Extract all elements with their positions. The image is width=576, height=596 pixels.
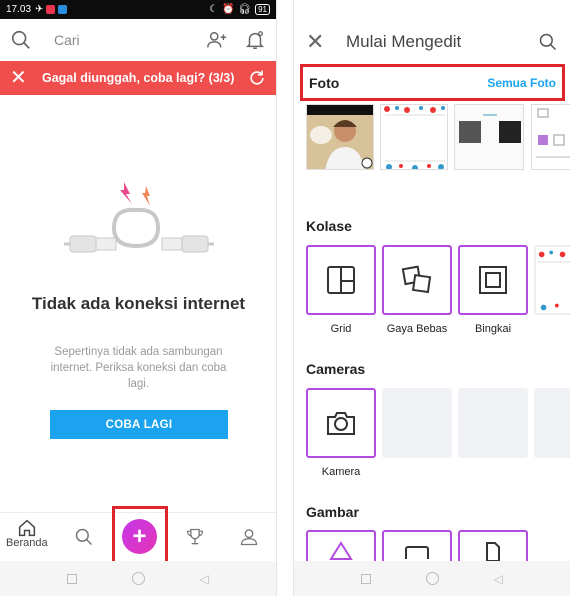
camera-card[interactable] [306, 388, 376, 458]
nav-home-label: Beranda [6, 537, 48, 549]
camera-placeholder-card [382, 388, 452, 458]
start-editing-screen: ✕ Mulai Mengedit Foto Semua Foto Kolase … [293, 0, 570, 596]
app-notification-icon [58, 5, 68, 14]
upload-failed-banner[interactable]: ✕ Gagal diunggah, coba lagi? (3/3) [0, 61, 276, 95]
app-screenshot-image [532, 105, 570, 169]
home-top-bar: Cari [0, 20, 276, 60]
camera-icon [327, 412, 355, 435]
empty-state-description: Sepertinya tidak ada sambungan internet.… [50, 346, 227, 390]
camera-placeholder-card [458, 388, 528, 458]
photo-thumbnail[interactable] [380, 104, 448, 170]
search-icon[interactable] [538, 32, 558, 52]
drawing-section-label: Gambar [306, 504, 359, 520]
photo-thumbnail[interactable] [454, 104, 524, 170]
system-navigation-bar: ◁ [0, 561, 276, 596]
page-title: Mulai Mengedit [346, 32, 462, 51]
status-bar: 17.03 ✈ ☾ ⏰ 🎧︎ 91 [0, 0, 276, 19]
collage-item-label: Bingkai [474, 323, 512, 335]
all-photos-link[interactable]: Semua Foto [487, 76, 556, 90]
status-time: 17.03 [6, 4, 32, 15]
screenshot-thumbnail-image [455, 105, 523, 169]
recent-apps-icon[interactable] [67, 573, 78, 584]
shape-icon [329, 541, 353, 560]
airplane-icon: ✈ [35, 4, 44, 15]
home-circle-icon[interactable] [131, 572, 145, 585]
add-user-icon[interactable] [206, 29, 228, 51]
music-app-icon [46, 5, 56, 14]
freestyle-layout-icon [401, 265, 432, 294]
dots-template-image [381, 105, 447, 169]
cameras-section-label: Cameras [306, 361, 366, 377]
photo-section-label: Foto [309, 74, 340, 91]
notification-bell-icon[interactable] [244, 29, 266, 51]
retry-button[interactable]: COBA LAGI [50, 410, 228, 439]
photo-thumbnails [306, 104, 570, 174]
nav-search-icon[interactable] [74, 527, 94, 547]
grid-collage-card[interactable] [306, 245, 376, 315]
search-input[interactable]: Cari [54, 32, 80, 48]
close-icon[interactable]: ✕ [306, 29, 326, 55]
freestyle-collage-card[interactable] [382, 245, 452, 315]
status-app-icons: ✈ [35, 4, 68, 15]
editor-top-bar: ✕ Mulai Mengedit [294, 22, 570, 62]
banner-message: Gagal diunggah, coba lagi? (3/3) [42, 71, 235, 85]
back-triangle-icon[interactable]: ◁ [199, 572, 208, 586]
grid-layout-icon [327, 266, 355, 294]
document-icon [486, 542, 500, 561]
camera-placeholder-card [534, 388, 570, 458]
retry-icon[interactable] [247, 68, 267, 88]
search-icon[interactable] [10, 29, 32, 51]
photo-thumbnail[interactable] [306, 104, 374, 170]
portrait-photo-image [307, 105, 373, 169]
collage-template-preview[interactable] [534, 245, 570, 315]
recent-apps-icon[interactable] [361, 573, 372, 584]
home-icon [18, 519, 35, 537]
profile-icon[interactable] [239, 527, 259, 547]
close-icon[interactable]: ✕ [10, 68, 30, 88]
canvas-icon [405, 546, 429, 559]
collage-item-label: Gaya Bebas [386, 323, 448, 335]
home-screen: 17.03 ✈ ☾ ⏰ 🎧︎ 91 Cari ✕ Gagal diunggah,… [0, 0, 277, 596]
battery-icon: 91 [255, 4, 270, 15]
collage-section-label: Kolase [306, 218, 352, 234]
frame-layout-icon [479, 266, 507, 294]
trophy-icon[interactable] [185, 527, 205, 547]
alarm-icon: ⏰ [221, 4, 235, 15]
create-plus-button[interactable]: + [122, 519, 157, 554]
moon-icon: ☾ [208, 4, 218, 15]
screenshot-stage: 17.03 ✈ ☾ ⏰ 🎧︎ 91 Cari ✕ Gagal diunggah,… [0, 0, 576, 596]
photo-section-header: Foto Semua Foto [300, 64, 565, 101]
back-triangle-icon[interactable]: ◁ [493, 572, 502, 586]
collage-item-label: Grid [330, 323, 352, 335]
system-navigation-bar: ◁ [294, 561, 570, 596]
photo-thumbnail[interactable] [531, 104, 570, 170]
camera-item-label: Kamera [321, 466, 361, 478]
frame-collage-card[interactable] [458, 245, 528, 315]
no-connection-illustration [64, 182, 214, 253]
nav-home[interactable]: Beranda [6, 519, 48, 549]
divider-gap [277, 0, 293, 596]
empty-state-title: Tidak ada koneksi internet [31, 294, 246, 313]
collage-preview-image [537, 250, 570, 311]
headphones-icon: 🎧︎ [238, 4, 252, 15]
home-circle-icon[interactable] [425, 572, 439, 585]
